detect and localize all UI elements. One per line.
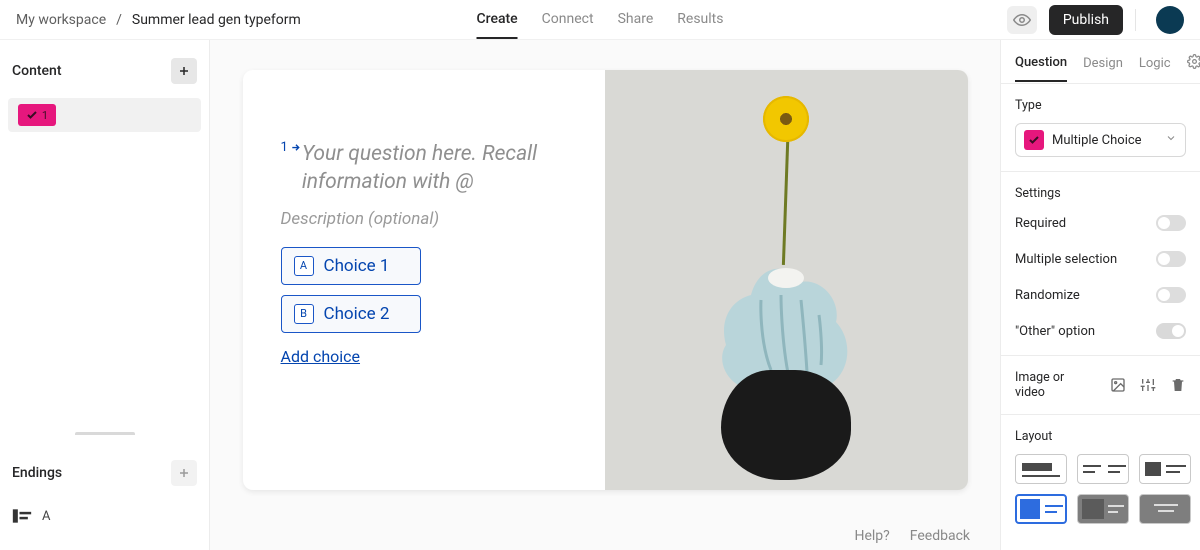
type-section: Type Multiple Choice — [1001, 84, 1200, 172]
setting-randomize: Randomize — [1001, 277, 1200, 313]
toggle-randomize[interactable] — [1156, 287, 1186, 303]
toggle-multiple[interactable] — [1156, 251, 1186, 267]
check-icon — [1028, 134, 1040, 146]
breadcrumb: My workspace / Summer lead gen typeform — [16, 12, 301, 28]
ending-letter: A — [42, 509, 50, 524]
layout-option-4[interactable] — [1015, 494, 1067, 524]
right-panel: Question Design Logic Type Multiple Choi… — [1000, 40, 1200, 550]
tab-logic[interactable]: Logic — [1139, 56, 1171, 81]
layout-option-5[interactable] — [1077, 494, 1129, 524]
gear-icon — [1187, 54, 1200, 69]
top-bar: My workspace / Summer lead gen typeform … — [0, 0, 1200, 40]
help-link[interactable]: Help? — [854, 528, 889, 544]
layout-section: Layout — [1001, 415, 1200, 538]
footer-links: Help? Feedback — [854, 528, 970, 544]
choice-label: Choice 1 — [324, 256, 390, 276]
settings-label: Settings — [1015, 186, 1186, 201]
tab-results[interactable]: Results — [677, 1, 723, 39]
choice-label: Choice 2 — [324, 304, 390, 324]
layout-option-2[interactable] — [1077, 454, 1129, 484]
ending-icon — [12, 508, 32, 524]
choice-key: A — [294, 256, 314, 276]
setting-multiple: Multiple selection — [1001, 241, 1200, 277]
settings-gear-button[interactable] — [1187, 54, 1200, 83]
media-flower-head — [763, 96, 809, 142]
question-canvas: 1 Your question here. Recall information… — [243, 70, 968, 490]
chevron-down-icon — [1165, 132, 1177, 148]
endings-section-head: Endings — [0, 442, 209, 500]
tab-connect[interactable]: Connect — [542, 1, 594, 39]
breadcrumb-workspace[interactable]: My workspace — [16, 12, 106, 28]
trash-icon[interactable] — [1170, 377, 1186, 393]
question-editor: 1 Your question here. Recall information… — [243, 70, 605, 490]
media-rock — [721, 370, 851, 480]
canvas-area: 1 Your question here. Recall information… — [210, 40, 1000, 550]
setting-multiple-label: Multiple selection — [1015, 252, 1117, 267]
left-sidebar: Content 1 Endings A — [0, 40, 210, 550]
type-dropdown[interactable]: Multiple Choice — [1015, 123, 1186, 157]
settings-section-head: Settings — [1001, 172, 1200, 205]
setting-other: "Other" option — [1001, 313, 1200, 356]
q-number: 1 — [281, 140, 288, 155]
sliders-icon[interactable] — [1140, 377, 1156, 393]
plus-icon — [178, 65, 190, 77]
eye-icon — [1013, 11, 1031, 29]
setting-randomize-label: Randomize — [1015, 288, 1080, 303]
media-label: Image or video — [1015, 370, 1096, 400]
choice-key: B — [294, 304, 314, 324]
plus-icon — [178, 467, 190, 479]
tab-question[interactable]: Question — [1015, 55, 1067, 82]
add-question-button[interactable] — [171, 58, 197, 84]
right-tabs: Question Design Logic — [1001, 40, 1200, 84]
content-section-head: Content — [0, 40, 209, 98]
image-icon[interactable] — [1110, 377, 1126, 393]
endings-label: Endings — [12, 465, 62, 481]
layout-option-3[interactable] — [1139, 454, 1191, 484]
tab-share[interactable]: Share — [618, 1, 654, 39]
question-badge: 1 — [18, 104, 56, 126]
arrow-right-icon — [290, 142, 301, 153]
layout-option-1[interactable] — [1015, 454, 1067, 484]
question-description-input[interactable]: Description (optional) — [281, 209, 577, 229]
toggle-other[interactable] — [1156, 323, 1186, 339]
check-icon — [26, 109, 38, 121]
add-choice-link[interactable]: Add choice — [281, 347, 361, 366]
layout-option-6[interactable] — [1139, 494, 1191, 524]
toggle-required[interactable] — [1156, 215, 1186, 231]
resize-handle[interactable] — [75, 432, 135, 438]
breadcrumb-project[interactable]: Summer lead gen typeform — [132, 12, 301, 28]
question-media-preview[interactable] — [605, 70, 968, 490]
choice-input-a[interactable]: A Choice 1 — [281, 247, 421, 285]
avatar[interactable] — [1156, 6, 1184, 34]
question-title-input[interactable]: Your question here. Recall information w… — [302, 140, 577, 197]
ending-list-item[interactable]: A — [0, 500, 209, 532]
feedback-link[interactable]: Feedback — [910, 528, 970, 544]
setting-required-label: Required — [1015, 216, 1066, 231]
type-label: Type — [1015, 98, 1186, 113]
divider — [1135, 9, 1136, 31]
choice-input-b[interactable]: B Choice 2 — [281, 295, 421, 333]
content-label: Content — [12, 63, 62, 79]
media-section: Image or video — [1001, 356, 1200, 415]
question-list-item[interactable]: 1 — [8, 98, 201, 132]
question-number-indicator: 1 — [281, 140, 301, 155]
tab-create[interactable]: Create — [477, 1, 518, 39]
tab-design[interactable]: Design — [1083, 56, 1123, 81]
type-value: Multiple Choice — [1052, 133, 1142, 148]
top-right: Publish — [1007, 5, 1184, 35]
type-icon-badge — [1024, 130, 1044, 150]
top-tabs: Create Connect Share Results — [477, 1, 724, 39]
setting-required: Required — [1001, 205, 1200, 241]
breadcrumb-sep: / — [116, 12, 122, 28]
add-ending-button[interactable] — [171, 460, 197, 486]
question-number: 1 — [42, 109, 48, 122]
layout-label: Layout — [1015, 429, 1186, 444]
publish-button[interactable]: Publish — [1049, 5, 1123, 35]
setting-other-label: "Other" option — [1015, 324, 1095, 339]
preview-button[interactable] — [1007, 6, 1037, 34]
layout-grid — [1015, 454, 1186, 524]
